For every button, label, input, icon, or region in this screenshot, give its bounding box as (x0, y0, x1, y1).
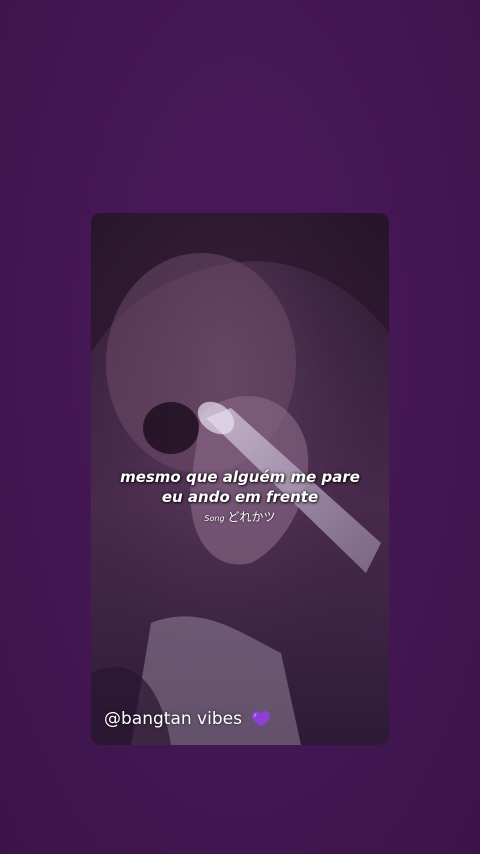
purple-heart-icon (252, 711, 271, 727)
watermark-handle: @bangtan vibes (104, 709, 242, 729)
video-player[interactable]: mesmo que alguém me pare eu ando em fren… (91, 213, 389, 745)
song-name: どれかツ (227, 510, 276, 524)
lyrics-line-2: eu ando em frente (161, 488, 319, 506)
song-label: Song (204, 514, 225, 523)
lyrics-line-1: mesmo que alguém me pare (120, 468, 360, 486)
song-credit: Song どれかツ (91, 510, 389, 526)
app-background: mesmo que alguém me pare eu ando em fren… (0, 0, 480, 854)
lyrics-caption: mesmo que alguém me pare eu ando em fren… (91, 467, 389, 526)
watermark: @bangtan vibes (104, 707, 271, 731)
